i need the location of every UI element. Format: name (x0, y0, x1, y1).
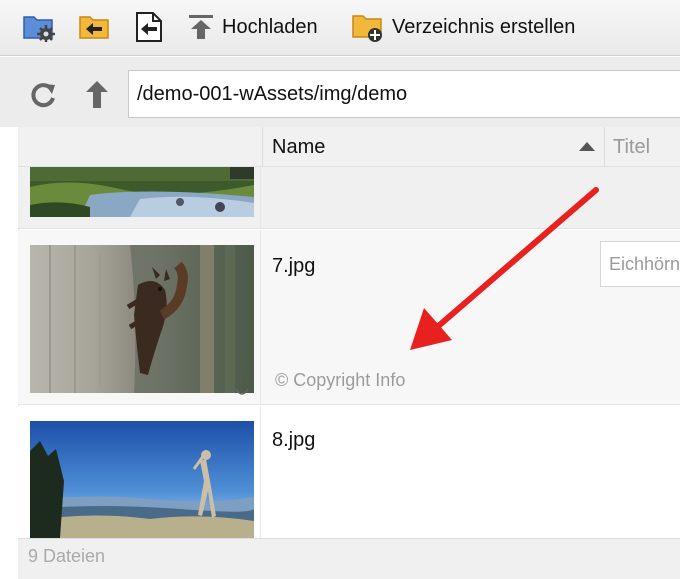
import-button[interactable] (134, 8, 164, 46)
column-header-name[interactable]: Name (272, 136, 325, 159)
column-divider (262, 127, 263, 167)
copyright-info[interactable]: © Copyright Info (275, 370, 405, 391)
folder-gear-icon (23, 16, 55, 42)
path-input[interactable] (128, 70, 680, 118)
row-divider (260, 230, 261, 405)
refresh-icon[interactable] (28, 80, 58, 110)
thumbnail-mountain-view[interactable] (30, 421, 254, 538)
file-count: 9 Dateien (28, 546, 106, 566)
folder-add-icon (352, 15, 382, 42)
upload-icon (189, 15, 213, 39)
image-info-icon[interactable] (234, 387, 250, 399)
folder-settings-button[interactable] (22, 8, 56, 46)
create-directory-button[interactable]: Verzeichnis erstellen (352, 8, 575, 46)
row-divider (260, 406, 261, 538)
upload-label: Hochladen (222, 15, 318, 38)
create-directory-label: Verzeichnis erstellen (392, 15, 576, 38)
thumbnail-river[interactable] (30, 167, 254, 217)
thumbnail-squirrel[interactable] (30, 245, 254, 393)
column-divider[interactable] (604, 127, 605, 167)
folder-back-button[interactable] (78, 8, 110, 46)
arrow-up-icon[interactable] (82, 78, 112, 110)
row-divider (260, 167, 261, 229)
document-import-icon (136, 12, 162, 42)
sort-ascending-icon[interactable] (578, 140, 596, 152)
column-header-title[interactable]: Titel (613, 136, 650, 159)
status-footer (18, 538, 680, 579)
title-input[interactable] (600, 241, 680, 287)
file-name[interactable]: 8.jpg (272, 429, 315, 452)
file-name[interactable]: 7.jpg (272, 255, 315, 278)
folder-back-icon (79, 16, 109, 39)
toolbar: Hochladen Verzeichnis erstellen (0, 0, 680, 56)
upload-button[interactable]: Hochladen (188, 8, 318, 46)
